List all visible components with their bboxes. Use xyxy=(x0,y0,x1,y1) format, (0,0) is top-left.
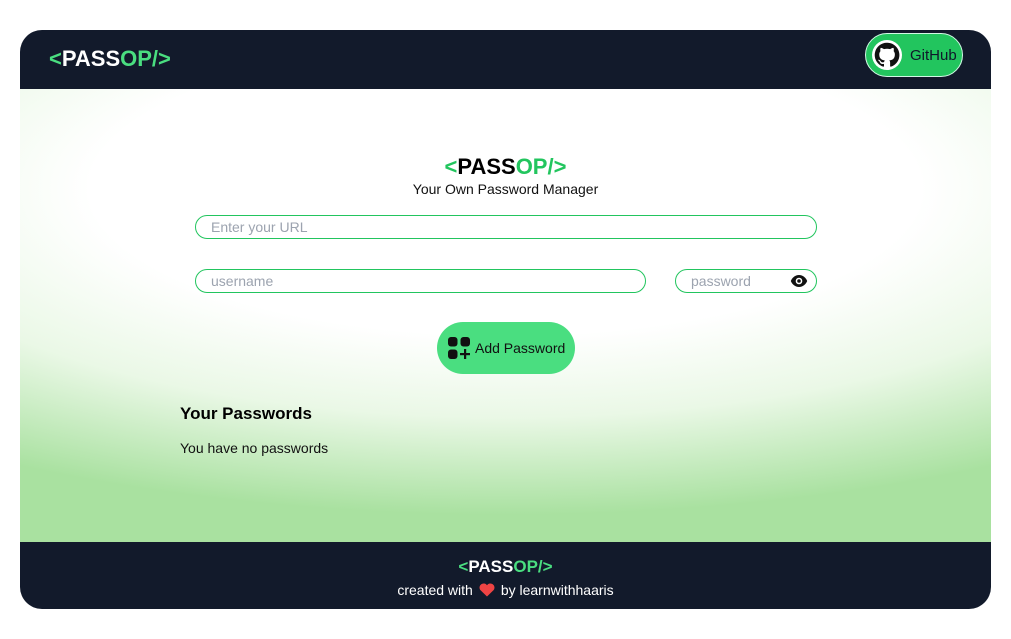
logo-bracket-open: < xyxy=(444,154,458,179)
logo-op: OP/ xyxy=(120,46,159,71)
logo-bracket-open: < xyxy=(458,557,469,576)
github-icon xyxy=(872,40,902,70)
logo-op: OP/ xyxy=(515,154,554,179)
logo-op: OP/ xyxy=(513,557,543,576)
logo-bracket-close: > xyxy=(542,557,553,576)
app-frame: <PASSOP/> GitHub <PASSOP/> Your Own Pass… xyxy=(20,30,991,609)
passwords-heading: Your Passwords xyxy=(180,404,312,423)
main-content: <PASSOP/> Your Own Password Manager Ente… xyxy=(20,89,991,542)
eye-icon[interactable] xyxy=(790,274,808,288)
hero-subtitle: Your Own Password Manager xyxy=(412,181,599,197)
add-password-label: Add Password xyxy=(475,340,566,356)
url-input[interactable] xyxy=(195,215,817,239)
credit-suffix: by learnwithhaaris xyxy=(500,582,614,598)
footer-logo: <PASSOP/> xyxy=(20,556,991,578)
logo-bracket-open: < xyxy=(49,46,62,71)
hero-logo: <PASSOP/> xyxy=(20,153,991,181)
nav-logo[interactable]: <PASSOP/> xyxy=(49,45,171,73)
heart-icon xyxy=(479,583,495,597)
navbar: <PASSOP/> GitHub xyxy=(20,30,991,89)
credit-prefix: created with xyxy=(397,582,473,598)
github-button[interactable]: GitHub xyxy=(865,33,963,77)
logo-pass: PASS xyxy=(457,154,516,179)
footer-credit: created with by learnwithhaaris xyxy=(20,582,991,598)
logo-pass: PASS xyxy=(61,46,121,71)
logo-pass: PASS xyxy=(468,557,514,576)
github-label: GitHub xyxy=(910,46,957,64)
add-password-icon xyxy=(448,337,470,359)
add-password-button[interactable]: Add Password xyxy=(437,322,575,374)
empty-passwords-message: You have no passwords xyxy=(180,440,329,456)
username-input[interactable] xyxy=(195,269,646,293)
footer: <PASSOP/> created with by learnwithhaari… xyxy=(20,542,991,609)
logo-bracket-close: > xyxy=(553,154,567,179)
logo-bracket-close: > xyxy=(158,46,171,71)
